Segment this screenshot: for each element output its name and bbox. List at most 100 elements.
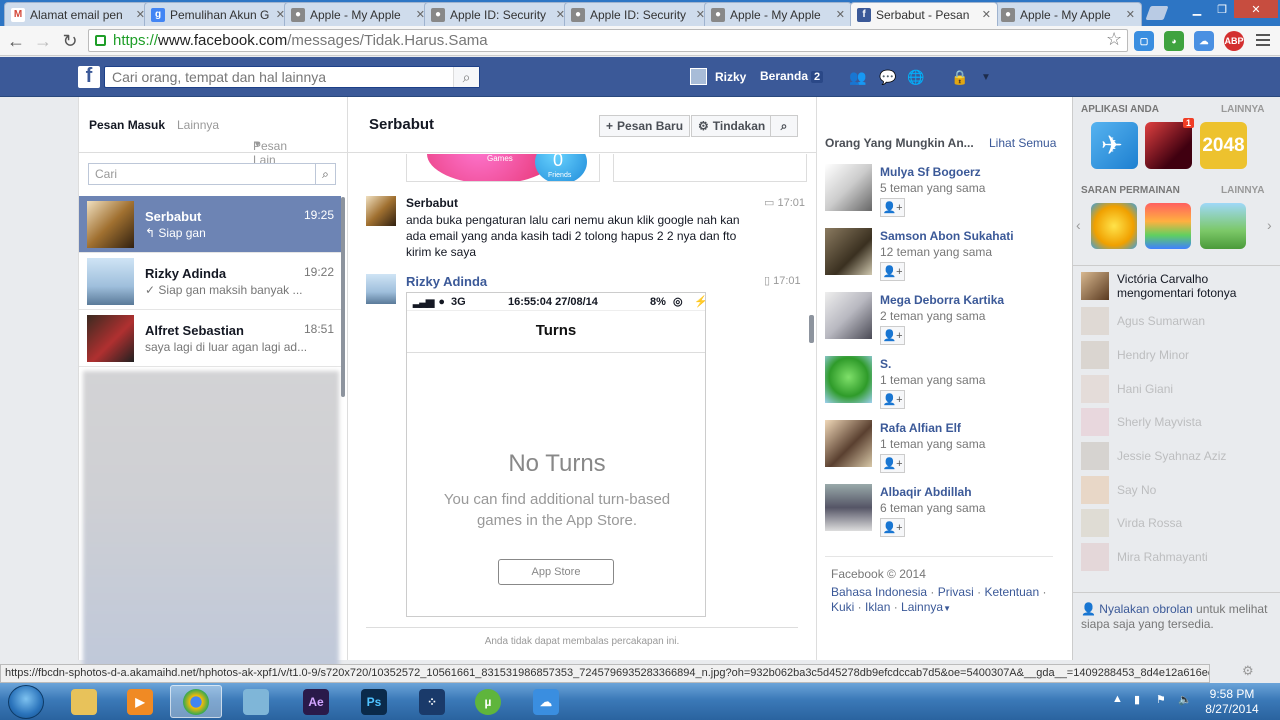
conversation-item[interactable]: Serbabut 19:25 ↰ Siap gan [79,196,341,253]
tray-expand-icon[interactable]: ▲ [1112,693,1126,707]
close-icon[interactable]: ✕ [836,8,845,21]
chat-friend[interactable]: Say No [1081,476,1276,506]
avatar[interactable] [825,164,872,211]
chat-friend[interactable]: Jessie Syahnaz Aziz [1081,442,1276,472]
facebook-search-input[interactable]: Cari orang, tempat dan hal lainnya ⌕ [104,66,480,88]
message-sender[interactable]: Serbabut [406,196,458,210]
taskbar-app-chrome[interactable] [170,685,222,718]
person-name[interactable]: Samson Abon Sukahati [880,229,1014,243]
search-icon[interactable]: ⌕ [453,67,479,87]
conversation-item[interactable]: Rizky Adinda 19:22 ✓ Siap gan maksih ban… [79,253,341,310]
conversation-search-input[interactable]: Cari ⌕ [88,163,336,185]
add-friend-button[interactable]: 👤+ [880,198,905,217]
chevron-left-icon[interactable]: ‹ [1076,217,1081,233]
cloud-extension-icon[interactable]: ☁ [1194,31,1214,51]
apps-more-link[interactable]: LAINNYA [1221,104,1265,115]
add-friend-button[interactable]: 👤+ [880,454,905,473]
search-icon[interactable]: ⌕ [315,164,335,184]
close-icon[interactable]: ✕ [1126,8,1135,21]
game-icon[interactable] [1200,203,1246,249]
tab-inbox[interactable]: Pesan Masuk [89,118,165,132]
game-icon[interactable] [1091,203,1137,249]
avatar[interactable] [825,420,872,467]
mutual-friends[interactable]: 6 teman yang sama [880,501,985,515]
taskbar-app-notes[interactable] [230,685,282,718]
avatar[interactable] [366,196,396,226]
taskbar-app-blackberry[interactable]: ⁘ [406,685,458,718]
app-icon-airplane[interactable]: ✈ [1091,122,1138,169]
taskbar-app-cloud[interactable]: ☁ [520,685,572,718]
add-friend-button[interactable]: 👤+ [880,326,905,345]
mutual-friends[interactable]: 1 teman yang sama [880,437,985,451]
maximize-icon[interactable]: ❐ [1210,0,1234,18]
taskbar-app-explorer[interactable] [58,685,110,718]
forward-icon[interactable]: → [32,30,54,52]
minimize-icon[interactable]: ▁ [1184,0,1210,18]
avatar[interactable] [825,484,872,531]
home-link[interactable]: Beranda 2 [760,69,824,83]
notifications-globe-icon[interactable]: 🌐 [906,68,926,86]
account-menu-chevron-icon[interactable]: ▼ [976,68,996,86]
person-name[interactable]: Mulya Sf Bogoerz [880,165,981,179]
chat-friend[interactable]: Agus Sumarwan [1081,307,1276,337]
browser-tab[interactable]: ● Apple - My Apple ✕ [284,2,432,26]
chat-ticker-item[interactable]: Victória Carvalho mengomentari fotonya [1081,272,1276,302]
mutual-friends[interactable]: 5 teman yang sama [880,181,985,195]
close-icon[interactable]: ✕ [982,8,991,21]
tray-device-icon[interactable]: ▮ [1134,693,1148,707]
conversation-item[interactable]: Alfret Sebastian 18:51 saya lagi di luar… [79,310,341,367]
footer-link-ads[interactable]: Iklan [865,600,890,614]
browser-tab[interactable]: ● Apple ID: Security ✕ [424,2,572,26]
avatar[interactable] [825,228,872,275]
new-message-button[interactable]: + Pesan Baru [599,115,691,137]
footer-link-privacy[interactable]: Privasi [938,585,974,599]
shared-screenshot-image[interactable]: ▂▃▅ ● 3G 16:55:04 27/08/14 8% ◎ ⚡ Turns … [406,292,706,617]
add-friend-button[interactable]: 👤+ [880,518,905,537]
chat-friend[interactable]: Virda Rossa [1081,509,1276,539]
taskbar-app-photoshop[interactable]: Ps [348,685,400,718]
add-friend-button[interactable]: 👤+ [880,262,905,281]
mutual-friends[interactable]: 2 teman yang sama [880,309,985,323]
adblock-icon[interactable]: ABP [1224,31,1244,51]
person-name[interactable]: S. [880,357,891,371]
browser-menu-icon[interactable] [1256,34,1270,49]
conversation-list-scrollbar[interactable] [341,197,345,397]
chat-friend[interactable]: Hendry Minor [1081,341,1276,371]
app-icon-poker[interactable]: 1 [1145,118,1194,169]
browser-tab[interactable]: ● Apple ID: Security ✕ [564,2,712,26]
bookmark-star-icon[interactable]: ☆ [1106,29,1122,50]
thread-scrollbar[interactable] [809,315,814,343]
privacy-shortcuts-icon[interactable]: 🔒 [950,68,970,86]
browser-tab[interactable]: ● Apple - My Apple ✕ [704,2,852,26]
footer-link-cookies[interactable]: Kuki [831,600,854,614]
taskbar-app-utorrent[interactable]: µ [462,685,514,718]
add-friend-button[interactable]: 👤+ [880,390,905,409]
chat-friend[interactable]: Sherly Mayvista [1081,408,1276,438]
tray-volume-icon[interactable]: 🔈 [1178,693,1192,707]
app-icon-2048[interactable]: 2048 [1200,122,1247,169]
game-icon[interactable] [1145,203,1191,249]
reload-icon[interactable]: ↻ [59,30,81,52]
footer-link-language[interactable]: Bahasa Indonesia [831,585,927,599]
browser-tab-active[interactable]: f Serbabut - Pesan ✕ [850,2,998,26]
address-bar[interactable]: https://www.facebook.com/messages/Tidak.… [88,29,1128,52]
extension-icon[interactable]: ▢ [1134,31,1154,51]
mutual-friends[interactable]: 1 teman yang sama [880,373,985,387]
thread-search-button[interactable]: ⌕ [770,115,798,137]
chat-friend[interactable]: Hani Giani [1081,375,1276,405]
turn-on-chat-link[interactable]: Nyalakan obrolan [1099,602,1192,616]
browser-tab[interactable]: M Alamat email pen ✕ [4,2,152,26]
friend-requests-icon[interactable]: 👥 [848,68,868,86]
new-tab-button[interactable] [1145,6,1169,20]
back-icon[interactable]: ← [5,30,27,52]
footer-link-more[interactable]: Lainnya▼ [901,600,951,614]
shared-image-partial[interactable]: Games 0 Friends [406,154,600,182]
avatar[interactable] [825,356,872,403]
shared-image-partial[interactable] [613,154,807,182]
browser-tab[interactable]: g Pemulihan Akun G ✕ [144,2,292,26]
browser-tab[interactable]: ● Apple - My Apple ✕ [994,2,1142,26]
message-sender[interactable]: Rizky Adinda [406,274,487,289]
person-name[interactable]: Rafa Alfian Elf [880,421,961,435]
start-button[interactable] [8,685,44,719]
avatar[interactable] [825,292,872,339]
